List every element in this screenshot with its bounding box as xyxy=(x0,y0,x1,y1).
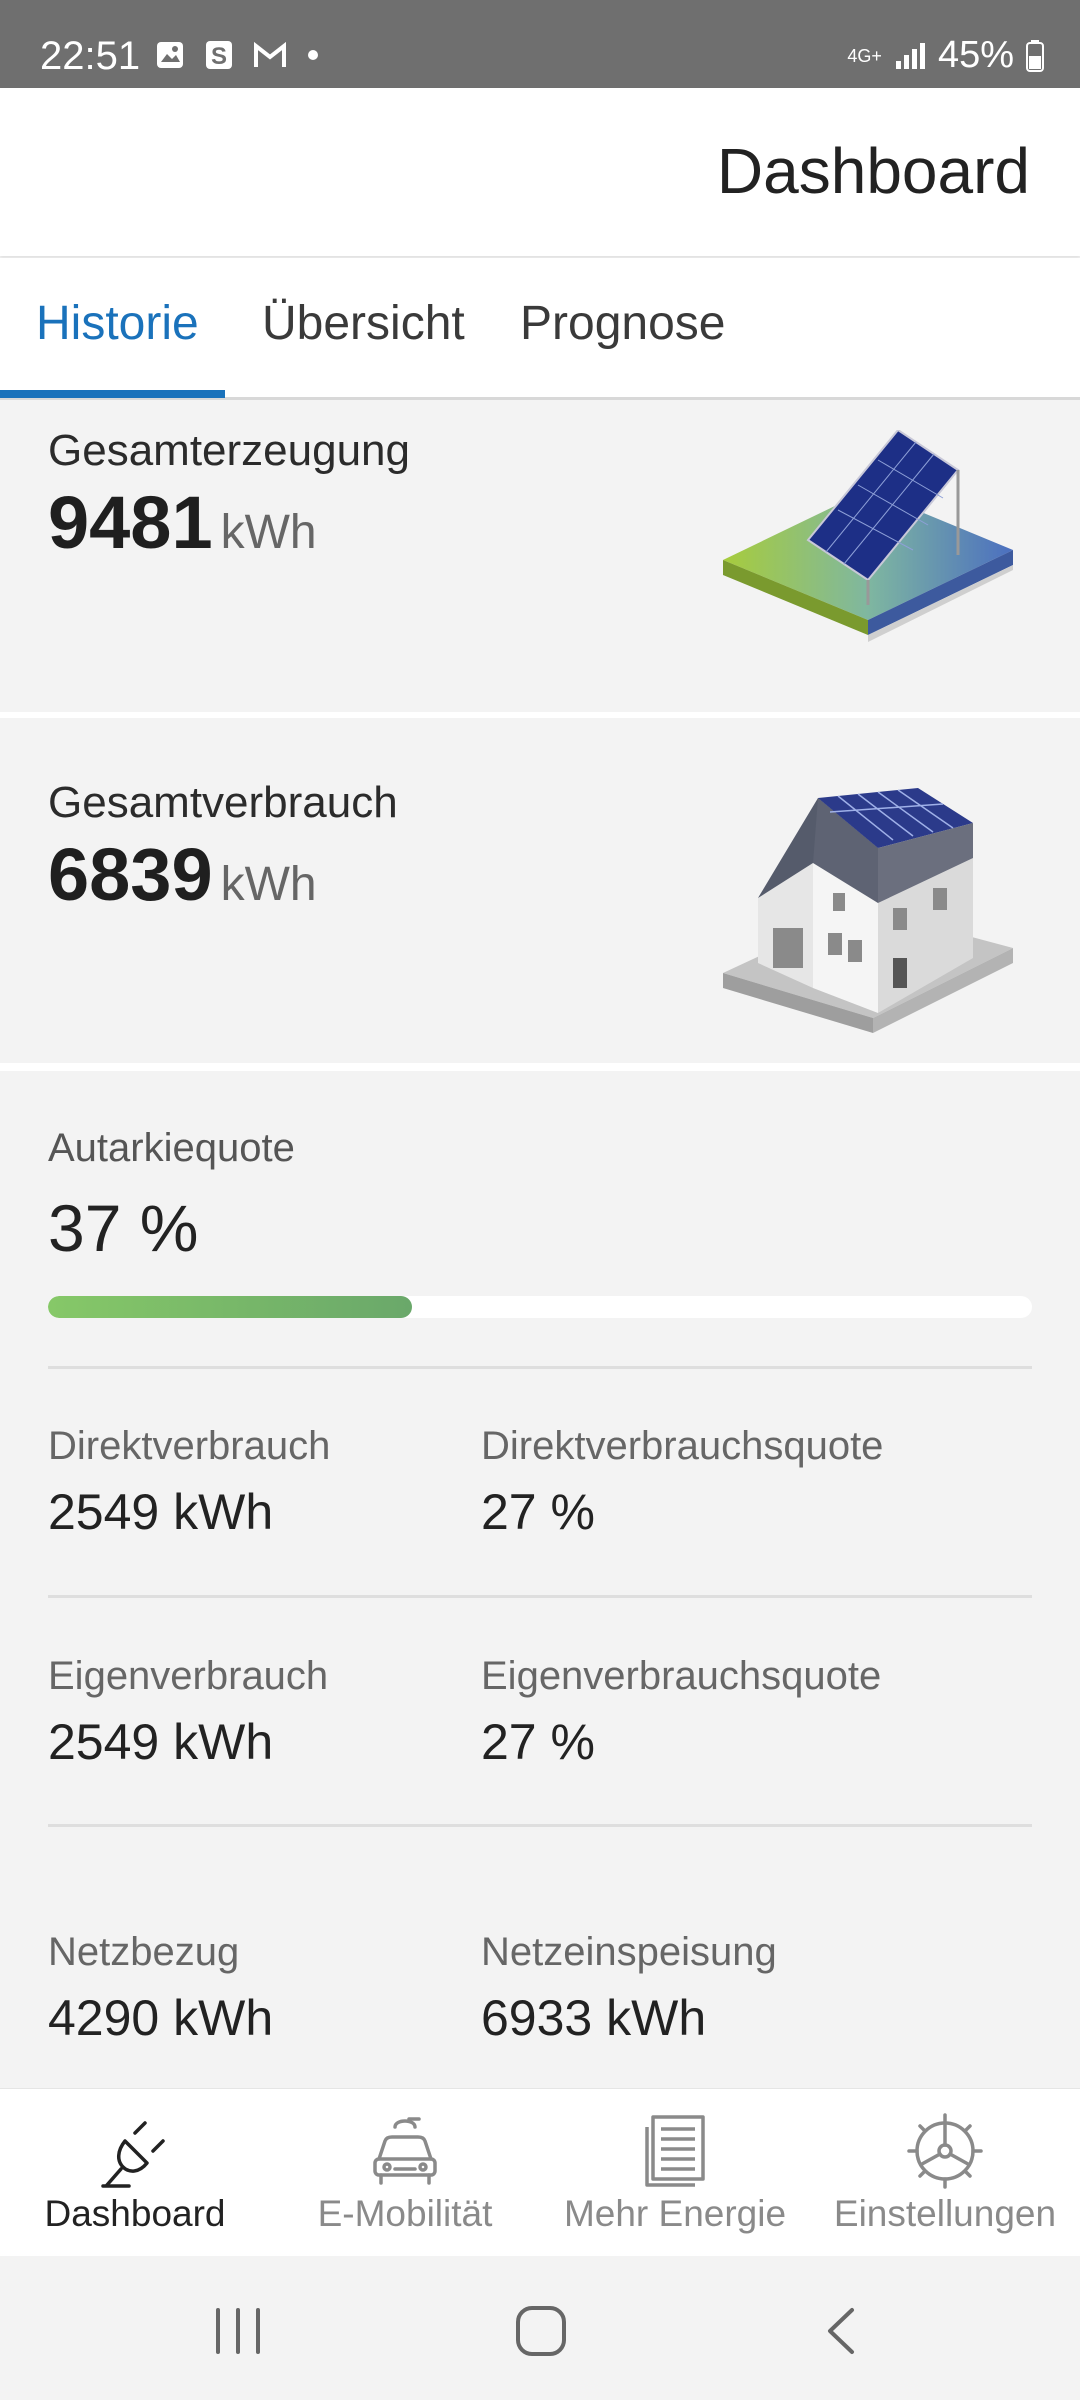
status-right: 4G+ 45% xyxy=(847,34,1044,77)
nav-label: Dashboard xyxy=(44,2193,226,2234)
autarky-label: Autarkiequote xyxy=(48,1126,295,1170)
stat-label: Direktverbrauchsquote xyxy=(481,1424,884,1468)
autarky-progress-fill xyxy=(48,1296,413,1318)
bottom-navigation: Dashboard E-Mobilität Mehr Energie Einst… xyxy=(0,2088,1080,2256)
consumption-value-row: 6839 kWh xyxy=(48,832,317,917)
stat-value: 2549 kWh xyxy=(48,1714,274,1770)
stat-value: 4290 kWh xyxy=(48,1990,274,2046)
stat-label: Direktverbrauch xyxy=(48,1424,331,1468)
active-tab-indicator xyxy=(0,390,225,398)
consumption-card[interactable]: Gesamtverbrauch 6839 kWh xyxy=(0,718,1080,1063)
consumption-unit: kWh xyxy=(220,858,317,911)
tab-bar: Historie Übersicht Prognose xyxy=(0,258,1080,400)
divider xyxy=(48,1595,1032,1598)
house-illustration xyxy=(723,788,1013,1033)
app-bar: Dashboard xyxy=(0,88,1080,256)
autarky-card: Autarkiequote 37 % Direktverbrauch 2549 … xyxy=(0,1072,1080,2088)
stat-label: Eigenverbrauch xyxy=(48,1654,329,1698)
status-bar: 22:51 S 4G+ 45% xyxy=(0,0,1080,88)
system-navigation-bar xyxy=(0,2256,1080,2400)
nav-dashboard[interactable]: Dashboard xyxy=(0,2089,270,2257)
home-icon[interactable] xyxy=(514,2304,568,2358)
nav-label: Mehr Energie xyxy=(563,2193,787,2234)
back-icon[interactable] xyxy=(822,2306,862,2356)
stat-label: Netzbezug xyxy=(48,1930,240,1974)
autarky-value: 37 % xyxy=(48,1191,199,1265)
stat-value: 27 % xyxy=(481,1484,595,1540)
battery-icon xyxy=(1026,39,1044,72)
nav-einstellungen[interactable]: Einstellungen xyxy=(810,2089,1080,2257)
solar-panel-illustration xyxy=(723,430,1013,642)
divider xyxy=(48,1824,1032,1827)
stat-direct-use: Direktverbrauch 2549 kWh xyxy=(48,1424,330,1541)
nav-label: Einstellungen xyxy=(833,2193,1057,2234)
stat-value: 6933 kWh xyxy=(481,1990,707,2046)
tab-uebersicht[interactable]: Übersicht xyxy=(262,296,465,351)
car-charging-icon xyxy=(373,2117,437,2185)
stat-self-use: Eigenverbrauch 2549 kWh xyxy=(48,1654,328,1771)
generation-label: Gesamterzeugung xyxy=(48,426,410,475)
autarky-progress-bar xyxy=(48,1296,1032,1318)
stat-value: 2549 kWh xyxy=(48,1484,274,1540)
network-label: 4G+ xyxy=(847,45,882,66)
settings-wheel-icon xyxy=(907,2113,983,2189)
stat-value: 27 % xyxy=(481,1714,595,1770)
battery-percent: 45% xyxy=(937,34,1014,76)
stat-grid-import: Netzbezug 4290 kWh xyxy=(48,1930,273,2047)
notification-icons: S xyxy=(155,40,319,70)
generation-card[interactable]: Gesamterzeugung 9481 kWh xyxy=(0,400,1080,712)
card-separator xyxy=(0,1063,1080,1071)
plug-icon xyxy=(101,2121,165,2188)
page-title: Dashboard xyxy=(716,135,1030,207)
svg-text:S: S xyxy=(211,43,227,70)
gmail-icon xyxy=(254,41,286,67)
tab-prognose[interactable]: Prognose xyxy=(520,296,725,351)
stat-self-use-rate: Eigenverbrauchsquote 27 % xyxy=(481,1654,881,1771)
document-icon xyxy=(645,2115,705,2187)
generation-value: 9481 xyxy=(48,481,213,564)
generation-value-row: 9481 kWh xyxy=(48,480,317,565)
recent-apps-icon[interactable] xyxy=(212,2306,264,2356)
tab-historie[interactable]: Historie xyxy=(36,296,199,351)
stat-grid-feed-in: Netzeinspeisung 6933 kWh xyxy=(481,1930,777,2047)
consumption-value: 6839 xyxy=(48,833,213,916)
divider xyxy=(48,1366,1032,1369)
nav-label: E-Mobilität xyxy=(317,2193,493,2234)
signal-icon xyxy=(895,42,925,69)
s-app-icon: S xyxy=(206,41,232,70)
nav-e-mobilitaet[interactable]: E-Mobilität xyxy=(270,2089,540,2257)
consumption-label: Gesamtverbrauch xyxy=(48,778,398,827)
nav-mehr-energie[interactable]: Mehr Energie xyxy=(540,2089,810,2257)
stat-label: Netzeinspeisung xyxy=(481,1930,777,1974)
status-time: 22:51 xyxy=(40,34,141,78)
generation-unit: kWh xyxy=(220,506,317,559)
stat-label: Eigenverbrauchsquote xyxy=(481,1654,882,1698)
gallery-icon xyxy=(157,42,183,68)
dot-icon xyxy=(308,50,318,60)
stat-direct-use-rate: Direktverbrauchsquote 27 % xyxy=(481,1424,883,1541)
